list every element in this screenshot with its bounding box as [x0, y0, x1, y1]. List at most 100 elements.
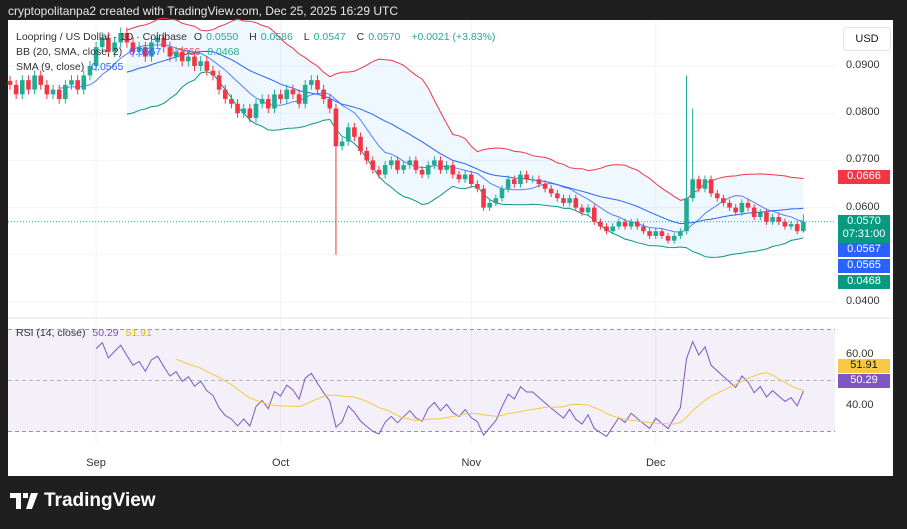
candle-body	[241, 108, 246, 114]
rsi-tick-label: 40.00	[846, 399, 874, 411]
candle-body	[432, 160, 437, 166]
bb-basis-value: 0.0567	[129, 46, 162, 58]
bb-lower-value: 0.0468	[207, 46, 240, 58]
candle-body	[69, 80, 74, 85]
low-value: 0.0547	[313, 31, 346, 43]
candle-body	[327, 99, 333, 109]
candle-body	[345, 127, 351, 142]
open-value: 0.0550	[206, 31, 239, 43]
candle-body	[259, 99, 265, 104]
symbol-legend[interactable]: Loopring / US Dollar · 1D · Coinbase O 0.…	[16, 31, 499, 43]
candle-body	[739, 202, 745, 213]
last-price: 0.0570	[847, 215, 881, 227]
sma-legend[interactable]: SMA (9, close) 0.0565	[16, 61, 127, 73]
close-label: C	[356, 31, 365, 43]
candle-body	[50, 89, 56, 95]
rsi-ma-value: 51.91	[125, 327, 152, 339]
candle-body	[745, 202, 751, 208]
low-label: L	[303, 31, 310, 43]
candle-body	[555, 193, 560, 199]
sma-value: 0.0565	[91, 61, 124, 73]
bb-basis-tag: 0.0567	[838, 243, 890, 257]
price-tick-label: 0.0800	[846, 106, 880, 119]
candle-body	[665, 235, 671, 241]
candle-body	[38, 75, 44, 85]
candle-body	[309, 80, 314, 85]
candle-body	[296, 94, 302, 104]
candle-body	[7, 80, 13, 85]
price-tick-label: 0.0900	[846, 59, 880, 71]
candle-body	[782, 221, 788, 227]
tradingview-logo-icon	[10, 493, 38, 509]
candle-body	[247, 108, 253, 118]
candle-body	[758, 212, 763, 218]
candle-body	[671, 235, 677, 241]
candle-body	[339, 141, 345, 147]
candle-body	[487, 202, 492, 208]
open-label: O	[193, 31, 203, 43]
candle-body	[382, 165, 388, 175]
high-value: 0.0586	[260, 31, 293, 43]
candle-body	[635, 221, 640, 227]
candle-body	[751, 207, 757, 218]
bb-upper-value: 0.0666	[168, 46, 201, 58]
candle-body	[653, 231, 659, 236]
candle-body	[438, 160, 443, 170]
candle-body	[690, 179, 695, 199]
candle-body	[721, 198, 726, 203]
candle-body	[462, 174, 468, 180]
candle-body	[56, 89, 62, 100]
candle-body	[352, 127, 357, 137]
candle-body	[770, 217, 775, 222]
rsi-label: RSI (14, close)	[16, 327, 86, 339]
candle-body	[794, 224, 800, 232]
candle-body	[425, 165, 431, 175]
candle-body	[290, 89, 296, 95]
candle-body	[32, 75, 37, 90]
candle-body	[358, 136, 363, 151]
bb-upper-tag: 0.0666	[838, 170, 890, 184]
candle-body	[579, 207, 585, 213]
candle-body	[727, 202, 732, 208]
candle-body	[401, 165, 406, 170]
candle-body	[333, 108, 339, 147]
bb-legend[interactable]: BB (20, SMA, close, 2) 0.0567 0.0666 0.0…	[16, 46, 243, 58]
candle-body	[229, 99, 234, 104]
candle-body	[419, 169, 425, 175]
candle-body	[222, 89, 228, 100]
time-tick-label: Sep	[86, 457, 106, 469]
currency-button[interactable]: USD	[843, 27, 891, 51]
candle-body	[561, 198, 566, 203]
brand-name: TradingView	[44, 490, 156, 511]
candle-body	[81, 75, 87, 90]
chart-canvas[interactable]	[0, 0, 907, 529]
candle-body	[413, 160, 419, 170]
candle-body	[315, 80, 320, 90]
candle-body	[468, 174, 474, 184]
candle-body	[518, 174, 523, 184]
candle-body	[604, 226, 609, 232]
candle-body	[284, 89, 290, 100]
candle-body	[616, 221, 622, 227]
candle-body	[444, 165, 449, 170]
rsi-legend[interactable]: RSI (14, close) 50.29 51.91	[16, 327, 156, 339]
rsi-ma-tag: 51.91	[838, 359, 890, 373]
candle-body	[481, 188, 486, 208]
tradingview-logo[interactable]: TradingView	[10, 490, 156, 512]
price-tick-label: 0.0400	[846, 295, 880, 307]
candle-body	[524, 174, 529, 180]
candle-body	[684, 198, 689, 232]
candle-body	[764, 212, 769, 222]
candle-body	[499, 188, 505, 199]
candle-body	[302, 84, 308, 104]
candle-body	[591, 207, 597, 222]
candle-body	[530, 179, 536, 181]
candle-body	[628, 221, 634, 227]
candle-body	[585, 207, 591, 213]
candle-body	[788, 224, 794, 227]
candle-body	[216, 75, 222, 90]
candle-body	[26, 80, 31, 90]
candle-body	[659, 231, 665, 236]
candle-body	[801, 221, 806, 232]
candle-body	[321, 89, 326, 100]
